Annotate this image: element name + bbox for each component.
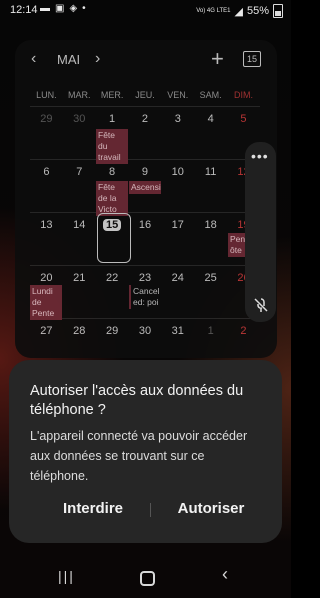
calendar-header: ‹ MAI › + 15: [15, 40, 277, 80]
battery-percent: 55%: [246, 5, 269, 17]
status-bar: 12:14 ▬ ▣ ◈ • Vo) 4G LTE1 ◢ 55%: [0, 0, 291, 22]
day-cell[interactable]: 17: [161, 213, 194, 265]
weekday-label: MER.: [100, 90, 124, 100]
day-cell[interactable]: 11: [194, 160, 227, 212]
allow-button[interactable]: Autoriser: [151, 500, 271, 517]
day-cell[interactable]: 27: [30, 319, 63, 358]
weekday-label: VEN.: [167, 90, 189, 100]
chevron-left-icon[interactable]: ‹: [31, 50, 36, 68]
day-cell[interactable]: 21: [63, 266, 96, 318]
side-panel[interactable]: •••: [245, 142, 276, 322]
day-cell[interactable]: 7: [63, 160, 96, 212]
day-cell[interactable]: 24: [161, 266, 194, 318]
shield-icon: ◈: [69, 3, 78, 14]
day-cell[interactable]: 25: [194, 266, 227, 318]
day-cell[interactable]: 22: [96, 266, 129, 318]
day-cell[interactable]: 28: [63, 319, 96, 358]
status-time: 12:14: [10, 4, 38, 16]
notification-icons: ▬ ▣ ◈ •: [40, 3, 86, 14]
event-chip[interactable]: Fête du travail: [96, 129, 128, 164]
day-cell[interactable]: 6: [30, 160, 63, 212]
add-event-button[interactable]: +: [211, 46, 224, 72]
calendar-grid: 29 30 1 2 3 4 5 6 7 8 9 10 11 12 13 14 1…: [30, 106, 260, 358]
week-row: 13 14 15 16 17 18 19: [30, 212, 260, 265]
deny-button[interactable]: Interdire: [33, 500, 153, 517]
dialog-title: Autoriser l'accès aux données du télépho…: [30, 383, 244, 418]
event-chip[interactable]: Lundi de Pente: [30, 285, 62, 320]
day-cell[interactable]: 30: [63, 107, 96, 159]
calendar-widget: ‹ MAI › + 15 LUN. MAR. MER. JEU. VEN. SA…: [15, 40, 277, 358]
day-cell[interactable]: 13: [30, 213, 63, 265]
weekday-header: LUN. MAR. MER. JEU. VEN. SAM. DIM.: [30, 90, 260, 100]
day-cell[interactable]: 14: [63, 213, 96, 265]
day-cell[interactable]: 31: [161, 319, 194, 358]
weekday-label: DIM.: [233, 90, 253, 100]
day-cell[interactable]: 16: [129, 213, 162, 265]
day-cell[interactable]: 18: [194, 213, 227, 265]
day-cell[interactable]: 1: [194, 319, 227, 358]
signal-icon: ◢: [234, 5, 243, 18]
day-cell[interactable]: 2: [129, 107, 162, 159]
week-row: 27 28 29 30 31 1 2: [30, 318, 260, 358]
today-button[interactable]: 15: [243, 51, 261, 67]
day-cell[interactable]: 2: [227, 319, 260, 358]
weekday-label: MAR.: [68, 90, 91, 100]
chevron-right-icon[interactable]: ›: [95, 50, 100, 68]
dialog-message: L'appareil connecté va pouvoir accéder a…: [30, 429, 248, 483]
weekday-label: LUN.: [36, 90, 57, 100]
day-cell[interactable]: 3: [161, 107, 194, 159]
status-right: Vo) 4G LTE1 ◢ 55%: [196, 4, 283, 18]
weekday-label: SAM.: [199, 90, 222, 100]
back-icon[interactable]: ‹: [222, 564, 228, 585]
day-cell[interactable]: 10: [161, 160, 194, 212]
home-icon[interactable]: [140, 571, 155, 586]
navigation-bar: ||| ‹: [0, 560, 291, 598]
recent-apps-icon[interactable]: |||: [58, 568, 75, 584]
mute-icon[interactable]: [252, 296, 270, 314]
network-indicator: Vo) 4G LTE1: [196, 8, 231, 14]
event-chip-cancelled[interactable]: Cancel ed: poi: [129, 285, 163, 309]
more-options-icon[interactable]: •••: [251, 148, 269, 164]
event-chip[interactable]: Ascension: [129, 181, 161, 194]
permission-dialog: Autoriser l'accès aux données du télépho…: [9, 360, 282, 543]
weekday-label: JEU.: [135, 90, 155, 100]
day-cell[interactable]: 30: [129, 319, 162, 358]
image-icon: ▣: [55, 3, 65, 14]
event-chip[interactable]: Fête de la Victo: [96, 181, 128, 216]
month-label: MAI: [57, 52, 81, 67]
day-cell[interactable]: 29: [96, 319, 129, 358]
dot-icon: •: [82, 3, 86, 14]
day-cell-today[interactable]: 15: [96, 213, 129, 265]
day-cell[interactable]: 4: [194, 107, 227, 159]
day-cell[interactable]: 29: [30, 107, 63, 159]
battery-icon: [273, 4, 283, 18]
chat-icon: ▬: [40, 3, 50, 14]
week-row: 29 30 1 2 3 4 5: [30, 106, 260, 159]
